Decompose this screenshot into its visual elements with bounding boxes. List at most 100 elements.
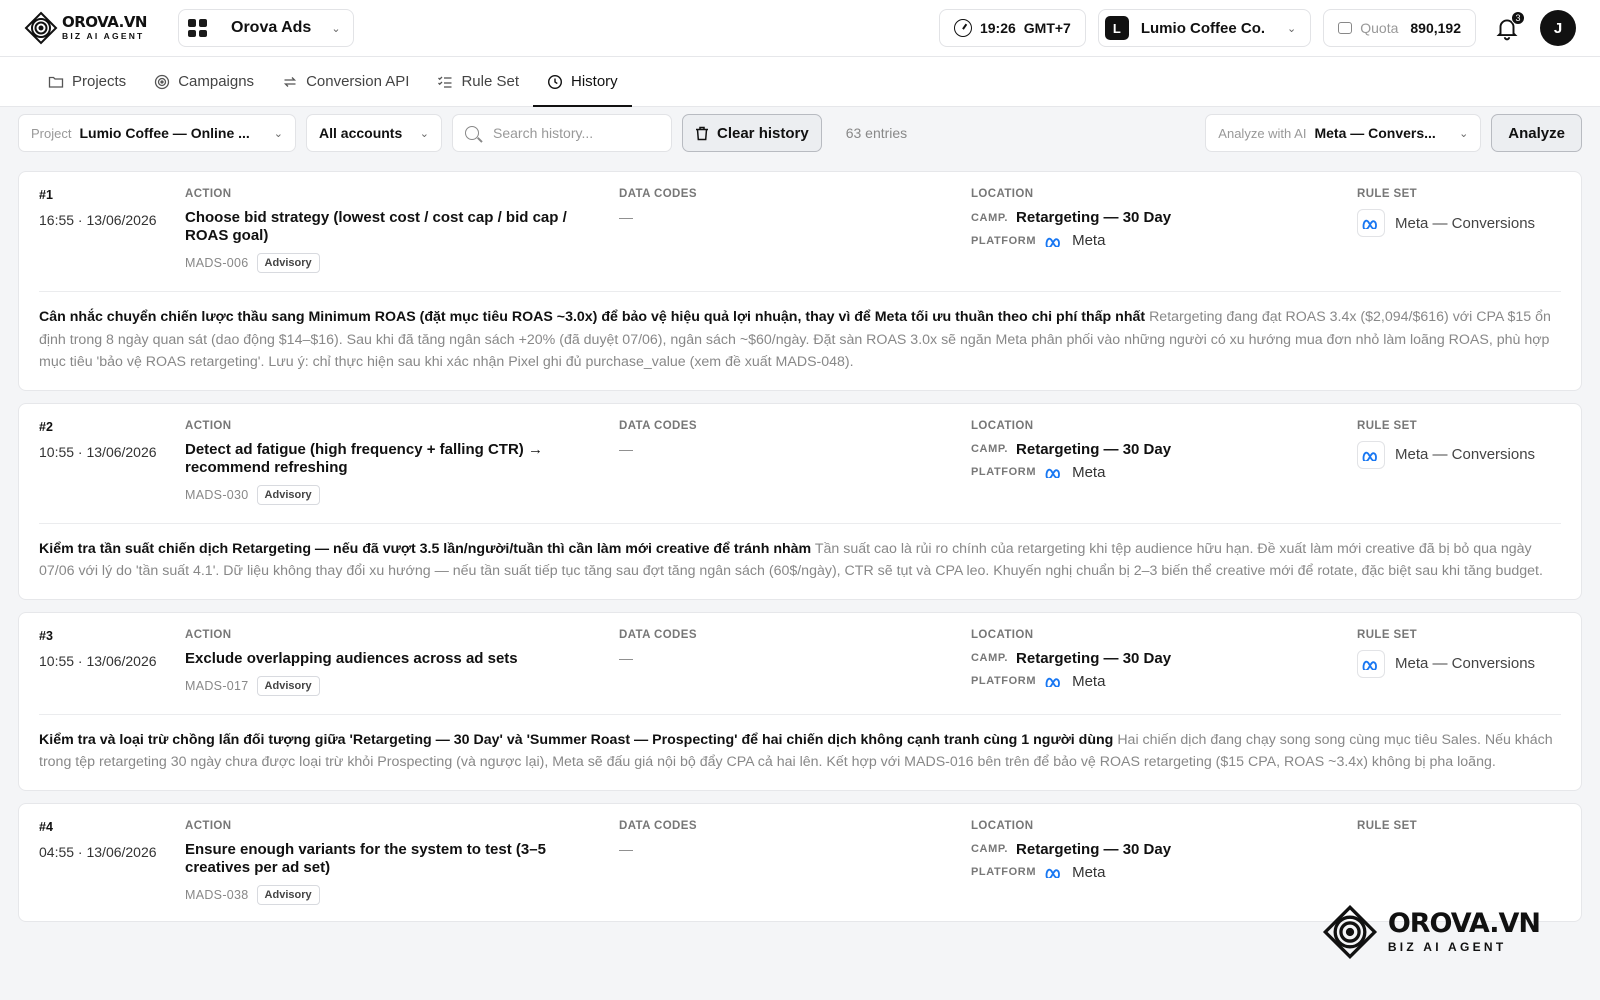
clear-history-button[interactable]: Clear history <box>682 114 822 152</box>
campaign-name[interactable]: Retargeting — 30 Day <box>1016 441 1171 458</box>
account-name: Lumio Coffee Co. <box>1140 19 1266 37</box>
location-header: LOCATION <box>971 628 1034 641</box>
analyze-button[interactable]: Analyze <box>1491 114 1582 152</box>
account-badge: L <box>1104 16 1129 40</box>
quota-label: Quota <box>1360 20 1399 36</box>
meta-logo-icon <box>1362 219 1377 229</box>
action-header: ACTION <box>185 419 232 432</box>
search-input[interactable]: Search history... <box>452 114 672 152</box>
user-avatar[interactable]: J <box>1540 10 1576 46</box>
platform-key: PLATFORM <box>971 675 1037 687</box>
data-codes-value: — <box>619 649 633 666</box>
platform-key: PLATFORM <box>971 234 1037 247</box>
app-switcher[interactable]: Orova Ads ⌄ <box>178 9 354 47</box>
history-toolbar: Project Lumio Coffee — Online ... ⌄ All … <box>0 107 1600 159</box>
quota-display[interactable]: Quota 890,192 <box>1323 9 1476 47</box>
platform-key: PLATFORM <box>971 466 1037 478</box>
recommendation-headline: Cân nhắc chuyển chiến lược thầu sang Min… <box>39 309 1146 325</box>
project-select[interactable]: Project Lumio Coffee — Online ... ⌄ <box>18 114 296 152</box>
chevron-down-icon: ⌄ <box>419 127 429 140</box>
clock-icon <box>547 74 563 89</box>
entry-time: 10:55 · 13/06/2026 <box>39 652 157 669</box>
chevron-down-icon: ⌄ <box>1287 22 1297 35</box>
rule-set-meta-icon <box>1357 209 1385 237</box>
platform-name: Meta <box>1072 463 1106 481</box>
tab-campaigns[interactable]: Campaigns <box>140 57 268 106</box>
tab-conversion-api[interactable]: Conversion API <box>268 57 423 106</box>
advisory-tag: Advisory <box>256 253 320 273</box>
brand-logo[interactable]: OROVA.VN BIZ AI AGENT <box>24 11 152 45</box>
meta-logo-icon <box>1045 237 1061 247</box>
account-switcher[interactable]: L Lumio Coffee Co. ⌄ <box>1097 9 1312 47</box>
tab-projects[interactable]: Projects <box>34 57 140 106</box>
data-codes-value: — <box>619 209 633 225</box>
clear-history-label: Clear history <box>717 124 809 142</box>
history-entry[interactable]: #3 10:55 · 13/06/2026 ACTION Exclude ove… <box>18 611 1582 791</box>
logo-sub-text: BIZ AI AGENT <box>62 31 145 42</box>
meta-logo-icon <box>1362 660 1377 670</box>
data-codes-header: DATA CODES <box>619 628 697 641</box>
action-code: MADS-030 <box>185 487 249 502</box>
rule-set-name: Meta — Conversions <box>1395 446 1536 463</box>
action-title: Exclude overlapping audiences across ad … <box>185 649 518 667</box>
action-code: MADS-017 <box>185 678 249 693</box>
top-header: OROVA.VN BIZ AI AGENT Orova Ads ⌄ 19:26 … <box>0 0 1600 57</box>
clock-icon <box>953 19 972 37</box>
rule-set-link[interactable]: Meta — Conversions <box>1357 209 1561 237</box>
rule-set-link[interactable]: Meta — Conversions <box>1357 649 1561 678</box>
data-codes-header: DATA CODES <box>619 419 697 432</box>
action-title: Detect ad fatigue (high frequency + fall… <box>185 440 543 476</box>
card-divider <box>39 522 1561 524</box>
quota-value: 890,192 <box>1410 20 1461 36</box>
recommendation-headline: Kiểm tra tần suất chiến dịch Retargeting… <box>39 540 812 557</box>
entry-description: Cân nhắc chuyển chiến lược thầu sang Min… <box>39 306 1561 374</box>
timezone-clock[interactable]: 19:26 GMT+7 <box>938 9 1086 47</box>
tab-history[interactable]: History <box>533 57 632 107</box>
platform-name: Meta <box>1072 232 1106 249</box>
history-entry[interactable]: #1 16:55 · 13/06/2026 ACTION Choose bid … <box>18 171 1582 391</box>
chevron-down-icon: ⌄ <box>331 22 341 35</box>
rule-set-link[interactable]: Meta — Conversions <box>1357 440 1561 469</box>
meta-logo-icon <box>1362 451 1377 461</box>
action-header: ACTION <box>185 628 232 641</box>
data-codes-header: DATA CODES <box>619 188 697 200</box>
platform-name: Meta <box>1072 672 1106 690</box>
tab-label: History <box>571 73 618 90</box>
campaign-key: CAMP. <box>971 843 1009 855</box>
tab-rule-set[interactable]: Rule Set <box>423 57 533 106</box>
action-code: MADS-038 <box>185 887 249 902</box>
meta-logo-icon <box>1045 868 1061 878</box>
campaign-name[interactable]: Retargeting — 30 Day <box>1016 841 1171 858</box>
grid-icon <box>187 18 207 38</box>
notifications-button[interactable]: 3 <box>1494 11 1525 41</box>
history-entry[interactable]: #2 10:55 · 13/06/2026 ACTION Detect ad f… <box>18 402 1582 600</box>
logo-main-text: OROVA.VN <box>62 13 148 32</box>
location-header: LOCATION <box>971 819 1034 832</box>
notification-count: 3 <box>1511 11 1525 25</box>
tab-label: Rule Set <box>461 73 519 90</box>
meta-logo-icon <box>1045 468 1061 478</box>
campaign-key: CAMP. <box>971 443 1009 455</box>
analyze-ai-select[interactable]: Analyze with AI Meta — Convers... ⌄ <box>1205 114 1482 152</box>
entry-description: Kiểm tra và loại trừ chồng lấn đối tượng… <box>39 729 1561 774</box>
location-header: LOCATION <box>971 188 1034 200</box>
accounts-select[interactable]: All accounts ⌄ <box>306 114 442 152</box>
tab-label: Projects <box>72 73 127 90</box>
entry-number: #4 <box>39 819 53 834</box>
entry-number: #1 <box>39 188 53 202</box>
rule-set-header: RULE SET <box>1357 188 1418 200</box>
timezone: GMT+7 <box>1023 20 1071 36</box>
target-icon <box>155 74 170 89</box>
campaign-name[interactable]: Retargeting — 30 Day <box>1016 209 1171 226</box>
entry-time: 04:55 · 13/06/2026 <box>39 843 157 860</box>
rule-set-meta-icon <box>1357 440 1385 469</box>
campaign-name[interactable]: Retargeting — 30 Day <box>1016 650 1171 667</box>
history-list: #1 16:55 · 13/06/2026 ACTION Choose bid … <box>0 171 1600 922</box>
action-code: MADS-006 <box>185 256 249 270</box>
entry-number: #3 <box>39 628 53 643</box>
tab-label: Conversion API <box>306 73 410 90</box>
rule-set-name: Meta — Conversions <box>1395 214 1536 232</box>
rule-set-name: Meta — Conversions <box>1395 655 1536 672</box>
chevron-down-icon: ⌄ <box>1459 127 1469 140</box>
search-icon <box>465 126 479 140</box>
